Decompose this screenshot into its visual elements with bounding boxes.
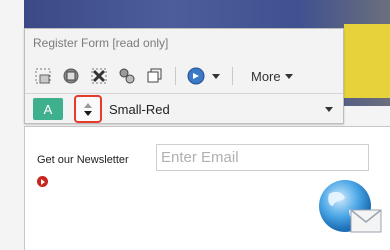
- banner-stripe: [344, 24, 390, 98]
- stepper-down-icon[interactable]: [84, 110, 92, 116]
- style-select-value: Small-Red: [109, 101, 170, 117]
- email-field[interactable]: [156, 144, 369, 171]
- toolbar-divider: [25, 93, 343, 94]
- chevron-down-icon: [325, 107, 333, 112]
- editor-toolbar: Register Form [read only] More A Small-R…: [24, 28, 344, 124]
- submit-arrow-button[interactable]: [37, 176, 48, 187]
- toolbar-title: Register Form [read only]: [33, 36, 169, 50]
- stepper-up-icon[interactable]: [84, 102, 92, 108]
- banner-decoration: [94, 0, 101, 21]
- style-select[interactable]: Small-Red: [109, 98, 335, 120]
- newsletter-label: Get our Newsletter: [37, 154, 129, 166]
- template-icon[interactable]: [33, 66, 53, 86]
- globe-mail-icon: [315, 176, 385, 238]
- more-label: More: [251, 68, 281, 84]
- toolbar-separator: [175, 67, 176, 85]
- cut-icon[interactable]: [89, 66, 109, 86]
- navigate-icon[interactable]: [186, 66, 206, 86]
- navigate-dropdown-icon[interactable]: [212, 73, 220, 79]
- text-color-button[interactable]: A: [33, 98, 63, 120]
- paste-icon[interactable]: [117, 66, 137, 86]
- more-menu-button[interactable]: More: [251, 69, 293, 84]
- copy-icon[interactable]: [61, 66, 81, 86]
- toolbar-format-row: A Small-Red: [25, 95, 343, 123]
- newsletter-panel: Get our Newsletter: [24, 126, 390, 250]
- duplicate-icon[interactable]: [145, 66, 165, 86]
- style-stepper[interactable]: [74, 95, 102, 123]
- toolbar-separator: [232, 67, 233, 85]
- toolbar-icon-row: More: [33, 65, 337, 87]
- chevron-down-icon: [284, 73, 293, 79]
